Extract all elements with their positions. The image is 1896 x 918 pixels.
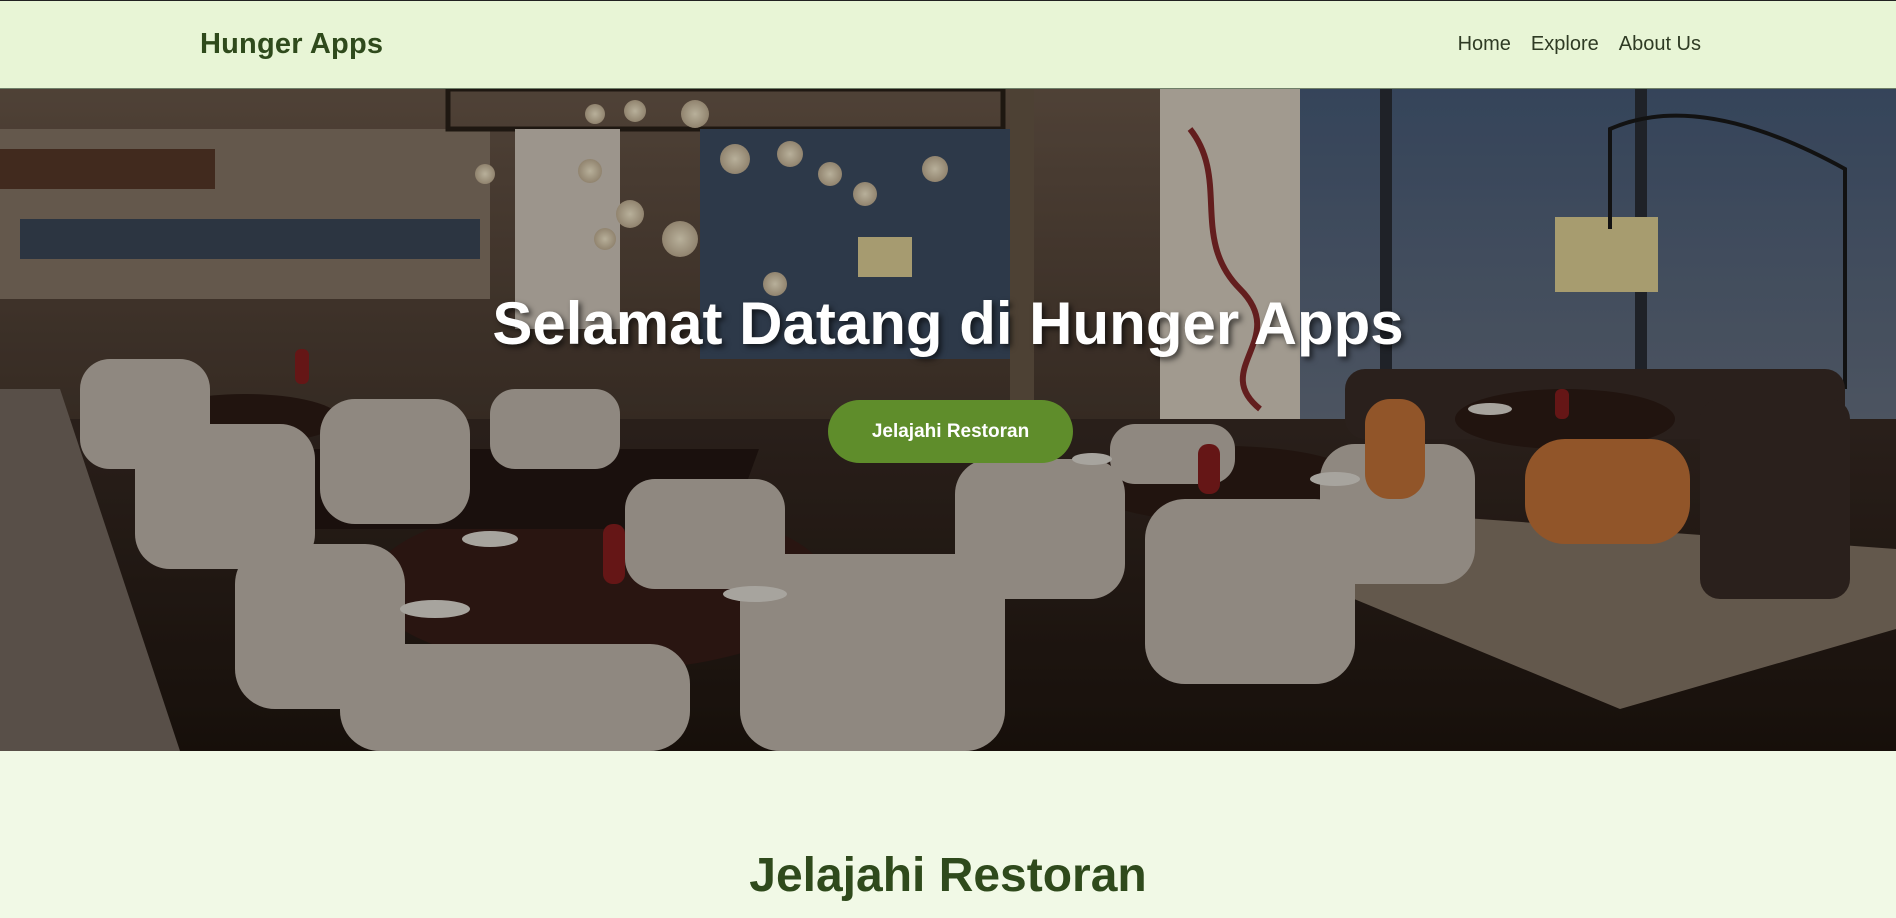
- nav-links: Home Explore About Us: [1458, 33, 1701, 56]
- hero-section: Selamat Datang di Hunger Apps Jelajahi R…: [0, 89, 1896, 751]
- navbar: Hunger Apps Home Explore About Us: [0, 0, 1896, 89]
- brand-logo[interactable]: Hunger Apps: [200, 28, 383, 61]
- nav-link-explore[interactable]: Explore: [1531, 33, 1599, 56]
- hero-title: Selamat Datang di Hunger Apps: [492, 290, 1404, 357]
- nav-link-home[interactable]: Home: [1458, 33, 1511, 56]
- explore-section-title: Jelajahi Restoran: [749, 849, 1147, 902]
- nav-link-about-us[interactable]: About Us: [1619, 33, 1701, 56]
- explore-restaurants-button[interactable]: Jelajahi Restoran: [828, 400, 1073, 463]
